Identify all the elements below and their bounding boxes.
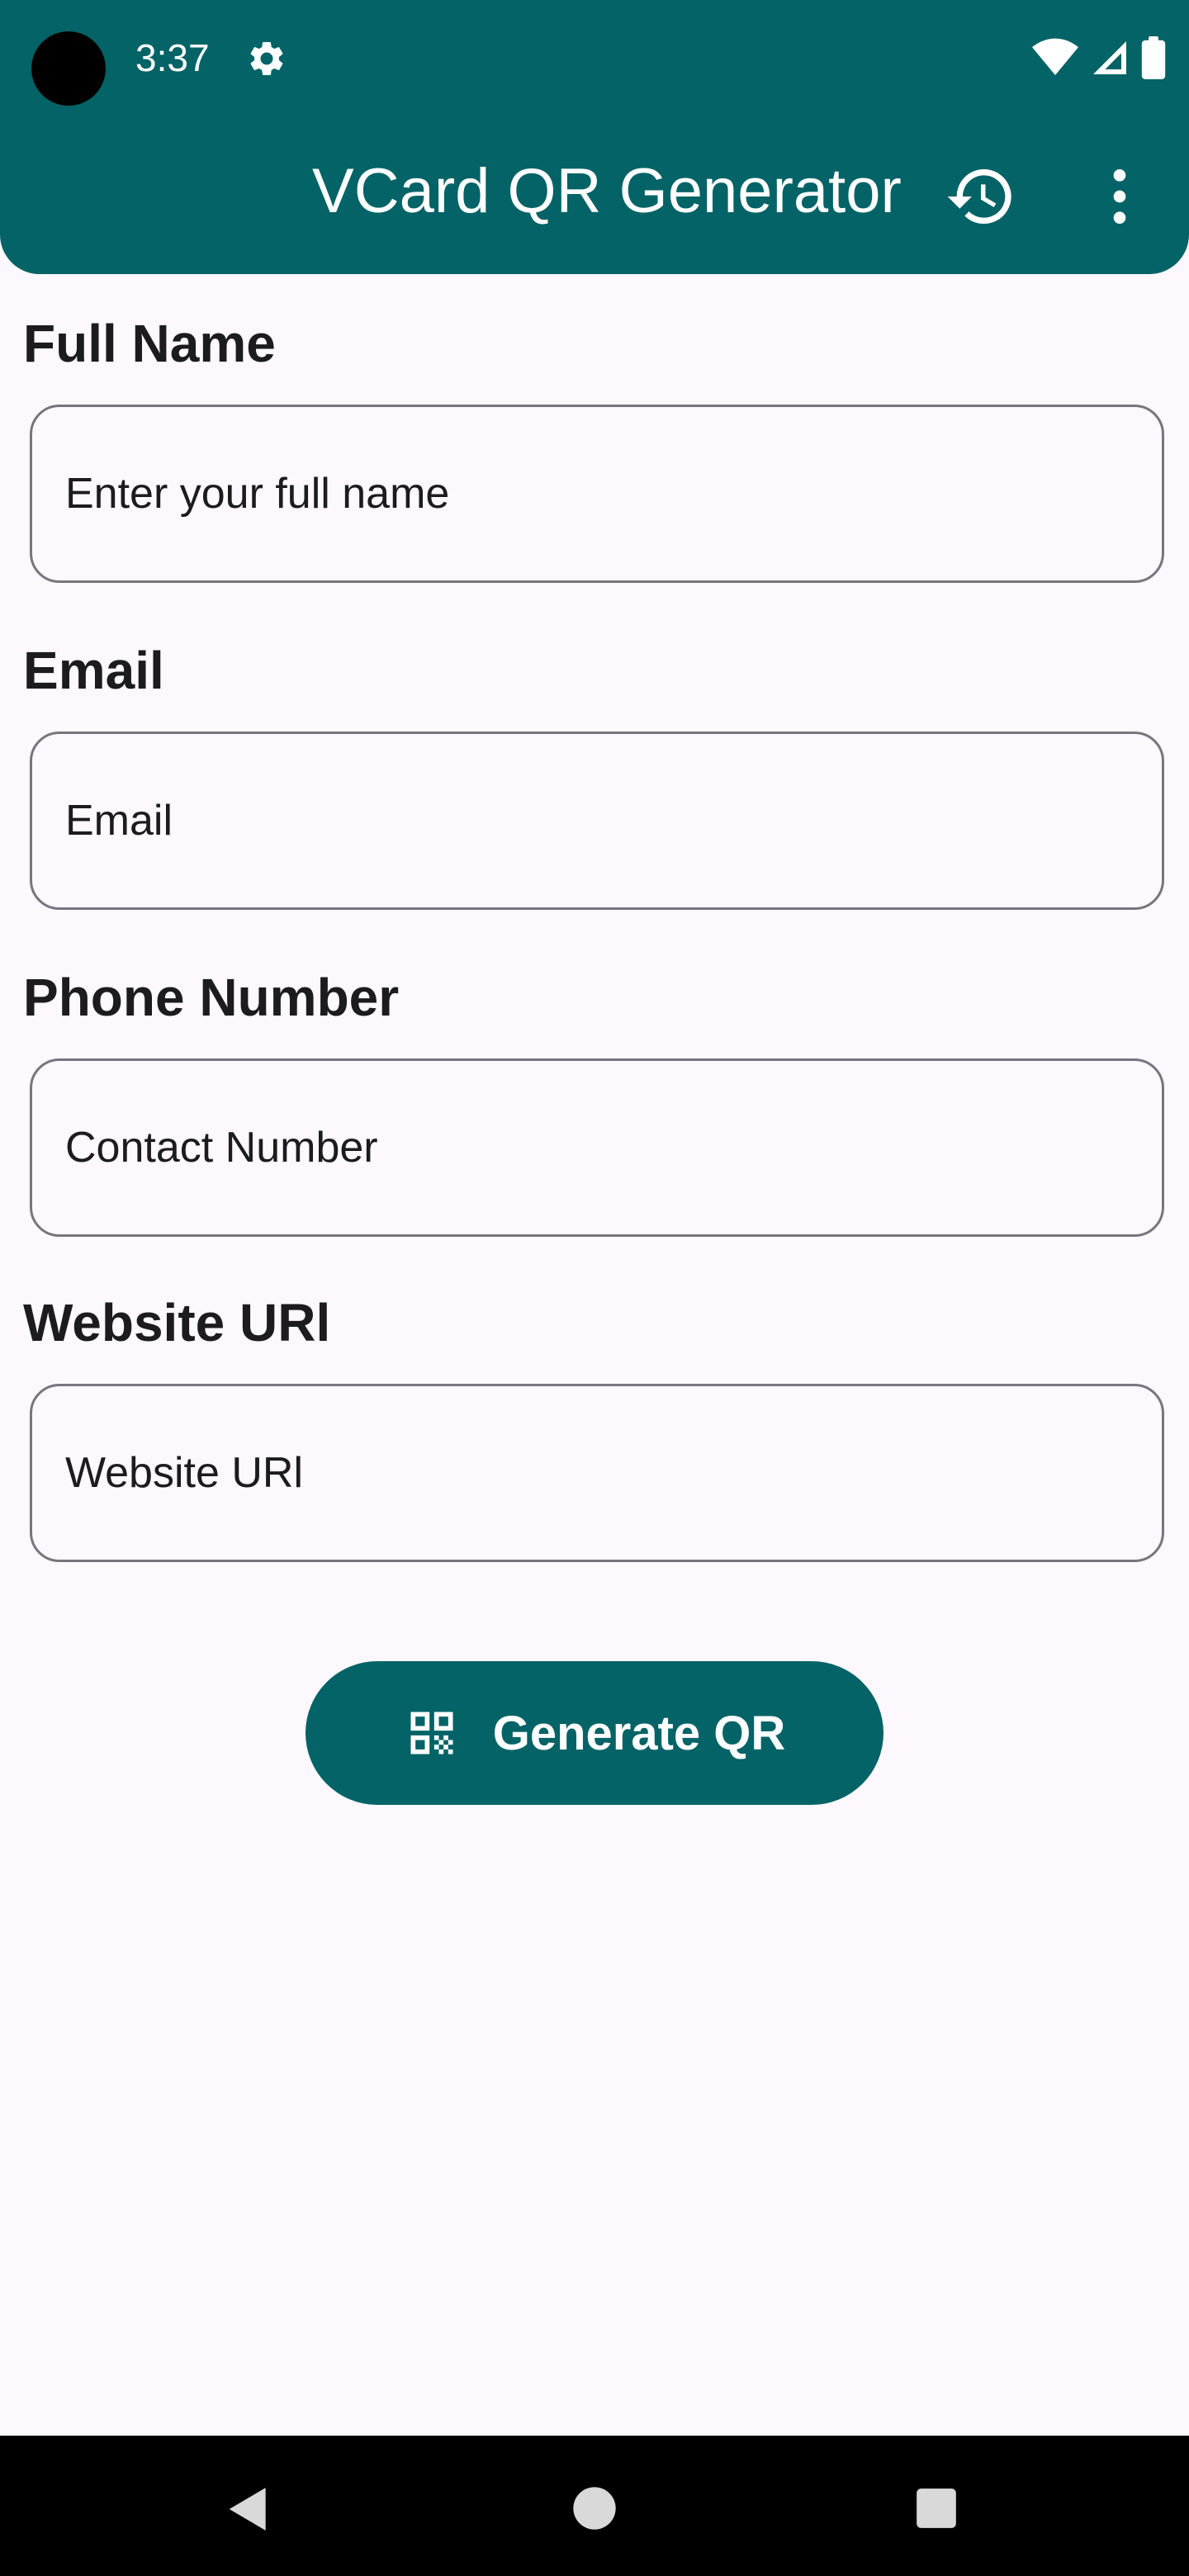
qr-code-icon — [410, 1712, 453, 1754]
app-title: VCard QR Generator — [312, 156, 902, 226]
full-name-field[interactable] — [30, 405, 1164, 583]
email-input[interactable] — [65, 734, 1130, 907]
home-icon[interactable] — [571, 2485, 618, 2531]
generate-qr-button[interactable]: Generate QR — [306, 1661, 883, 1805]
full-name-label: Full Name — [23, 314, 276, 373]
phone-input[interactable] — [65, 1061, 1130, 1234]
signal-icon — [1093, 41, 1126, 74]
full-name-input[interactable] — [65, 407, 1130, 580]
system-nav-bar — [0, 2436, 1189, 2576]
more-vert-icon[interactable] — [1083, 160, 1156, 233]
generate-qr-label: Generate QR — [492, 1706, 786, 1760]
history-icon[interactable] — [945, 160, 1017, 233]
email-field[interactable] — [30, 732, 1164, 910]
settings-gear-icon — [250, 41, 283, 75]
email-label: Email — [23, 641, 164, 700]
battery-icon — [1141, 36, 1166, 79]
phone-label: Phone Number — [23, 968, 400, 1027]
back-icon[interactable] — [223, 2484, 274, 2535]
recents-icon[interactable] — [915, 2487, 958, 2530]
wifi-icon — [1032, 38, 1078, 75]
website-input[interactable] — [65, 1386, 1130, 1560]
phone-field[interactable] — [30, 1058, 1164, 1237]
app-bar: 3:37 VCard QR Generator — [0, 0, 1189, 274]
camera-cutout — [31, 31, 106, 106]
status-time: 3:37 — [135, 36, 210, 79]
website-field[interactable] — [30, 1384, 1164, 1562]
status-icons — [1032, 35, 1166, 81]
website-label: Website URl — [23, 1293, 331, 1352]
